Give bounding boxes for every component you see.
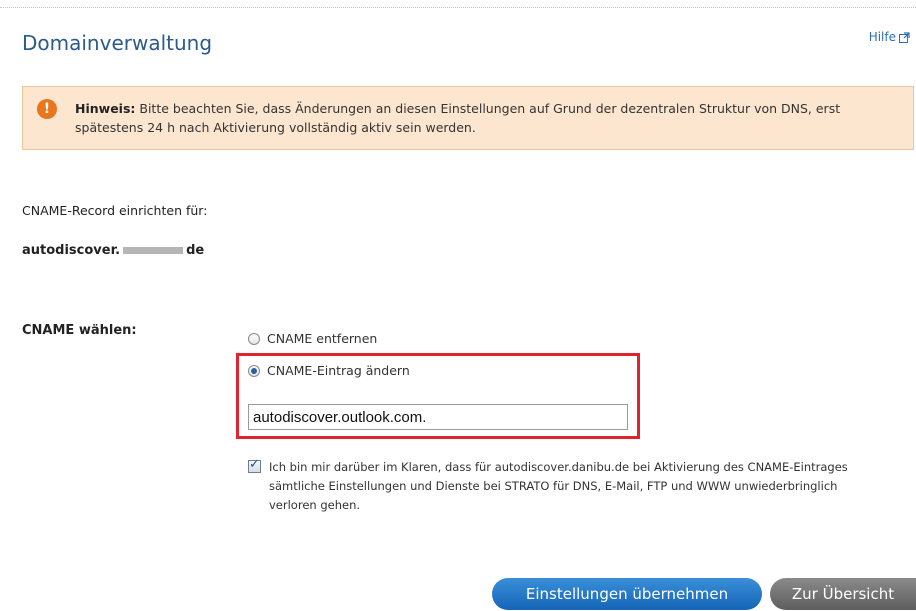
notice-label: Hinweis: xyxy=(75,101,136,116)
help-link[interactable]: Hilfe xyxy=(869,30,910,44)
confirm-block: ✓ Ich bin mir darüber im Klaren, dass fü… xyxy=(248,457,888,515)
external-link-icon xyxy=(899,31,910,43)
confirm-checkbox[interactable]: ✓ xyxy=(248,457,261,473)
confirm-text: Ich bin mir darüber im Klaren, dass für … xyxy=(269,460,848,512)
notice-text: Hinweis: Bitte beachten Sie, dass Änderu… xyxy=(75,99,899,137)
domain-management-page: Domainverwaltung Hilfe ! Hinweis: Bitte … xyxy=(0,0,916,611)
record-label: CNAME-Record einrichten für: xyxy=(22,203,208,218)
radio-remove-cname[interactable] xyxy=(248,332,260,345)
exclamation-icon: ! xyxy=(37,99,57,119)
overview-button[interactable]: Zur Übersicht xyxy=(770,578,916,610)
cname-target-input[interactable] xyxy=(248,404,628,430)
option-remove-cname[interactable]: CNAME entfernen xyxy=(248,331,377,346)
page-title: Domainverwaltung xyxy=(22,31,213,55)
apply-settings-button[interactable]: Einstellungen übernehmen xyxy=(492,578,762,610)
help-label: Hilfe xyxy=(868,30,896,44)
redacted-domain xyxy=(123,247,184,254)
domain-suffix: de xyxy=(186,243,205,258)
cname-choose-label: CNAME wählen: xyxy=(22,323,137,338)
domain-name: autodiscover. de xyxy=(22,243,204,258)
notice-message: Bitte beachten Sie, dass Änderungen an d… xyxy=(75,101,841,135)
notice-box: ! Hinweis: Bitte beachten Sie, dass Ände… xyxy=(22,86,914,150)
domain-prefix: autodiscover. xyxy=(22,243,121,258)
checkmark-icon: ✓ xyxy=(249,457,260,472)
top-divider xyxy=(0,7,916,8)
option-remove-label: CNAME entfernen xyxy=(267,331,378,346)
